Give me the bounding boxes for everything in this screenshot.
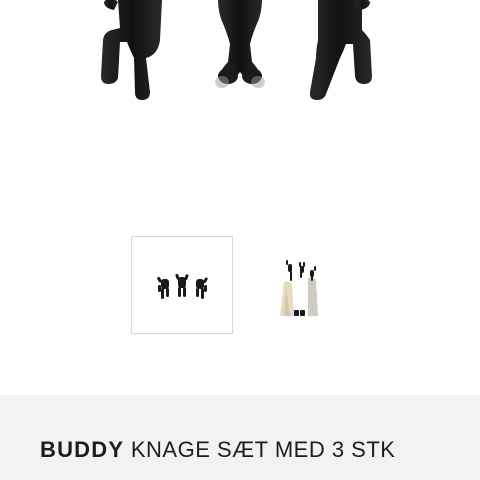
hook-figure-right <box>309 0 372 100</box>
buddy-hooks-hero-graphic <box>101 0 372 100</box>
hook-figure-middle <box>215 0 265 88</box>
thumbnail-hooks-in-use[interactable] <box>264 236 366 334</box>
thumbnail-strip <box>0 230 480 340</box>
product-title: BUDDY KNAGE SÆT MED 3 STK <box>40 437 395 463</box>
three-hooks-thumbnail-icon <box>157 273 208 299</box>
product-info-bar: BUDDY KNAGE SÆT MED 3 STK <box>0 395 480 480</box>
product-brand: BUDDY <box>40 437 125 462</box>
hooks-with-towels-thumbnail-icon <box>280 260 318 316</box>
hook-figure-left <box>101 0 162 100</box>
product-name: KNAGE SÆT MED 3 STK <box>130 437 396 462</box>
thumbnail-hooks-product[interactable] <box>131 236 233 334</box>
product-main-image <box>0 0 480 170</box>
